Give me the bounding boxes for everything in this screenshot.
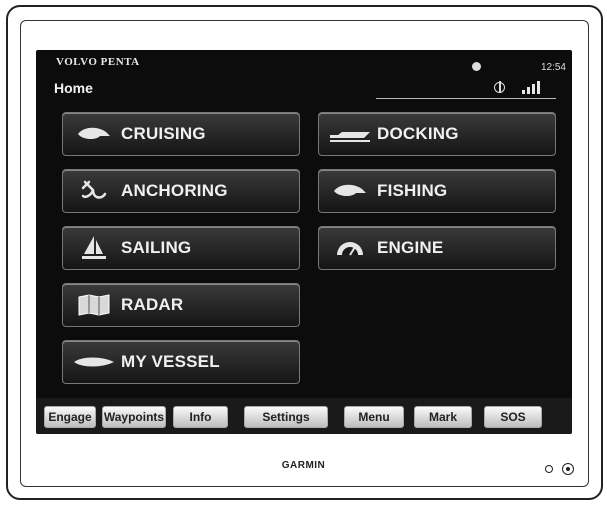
power-button[interactable] bbox=[562, 463, 574, 475]
tile-label: ANCHORING bbox=[121, 181, 228, 200]
light-sensor-icon bbox=[545, 465, 553, 473]
brand-logo: VOLVO PENTA bbox=[56, 56, 140, 68]
device-brand: GARMIN bbox=[281, 460, 326, 471]
tile-sailing[interactable]: SAILING bbox=[62, 226, 300, 270]
status-area: 12:54 bbox=[376, 60, 566, 102]
sos-button[interactable]: SOS bbox=[484, 406, 542, 428]
settings-button[interactable]: Settings bbox=[244, 406, 328, 428]
bottom-button-bar: Engage Waypoints Info Settings Menu Mark… bbox=[36, 398, 572, 434]
tile-label: SAILING bbox=[121, 238, 192, 257]
engage-button[interactable]: Engage bbox=[44, 406, 96, 428]
alarm-icon bbox=[472, 62, 481, 71]
tile-fishing[interactable]: FISHING bbox=[318, 169, 556, 213]
signal-strength-icon bbox=[510, 80, 550, 94]
engine-icon bbox=[323, 233, 377, 263]
tile-my-vessel[interactable]: MY VESSEL bbox=[62, 340, 300, 384]
menu-button[interactable]: Menu bbox=[344, 406, 404, 428]
anchor-icon bbox=[67, 176, 121, 206]
sailboat-icon bbox=[67, 233, 121, 263]
tile-engine[interactable]: ENGINE bbox=[318, 226, 556, 270]
tile-radar[interactable]: RADAR bbox=[62, 283, 300, 327]
vessel-icon bbox=[67, 347, 121, 377]
tile-label: FISHING bbox=[377, 181, 448, 200]
waypoints-button[interactable]: Waypoints bbox=[102, 406, 166, 428]
page-title: Home bbox=[54, 80, 93, 96]
tile-cruising[interactable]: CRUISING bbox=[62, 112, 300, 156]
boat-cruising-icon bbox=[67, 119, 121, 149]
info-button[interactable]: Info bbox=[173, 406, 228, 428]
status-divider bbox=[376, 98, 556, 99]
dock-icon bbox=[323, 119, 377, 149]
gps-icon bbox=[494, 81, 505, 93]
mark-button[interactable]: Mark bbox=[414, 406, 472, 428]
tile-label: CRUISING bbox=[121, 124, 206, 143]
tile-docking[interactable]: DOCKING bbox=[318, 112, 556, 156]
tile-label: RADAR bbox=[121, 295, 184, 314]
display-screen: VOLVO PENTA Home 12:54 CRUISING DOCKING … bbox=[36, 50, 572, 434]
tile-label: DOCKING bbox=[377, 124, 459, 143]
tile-label: MY VESSEL bbox=[121, 352, 220, 371]
map-icon bbox=[67, 290, 121, 320]
fishing-boat-icon bbox=[323, 176, 377, 206]
clock-time: 12:54 bbox=[540, 62, 566, 73]
tile-label: ENGINE bbox=[377, 238, 444, 257]
tile-anchoring[interactable]: ANCHORING bbox=[62, 169, 300, 213]
